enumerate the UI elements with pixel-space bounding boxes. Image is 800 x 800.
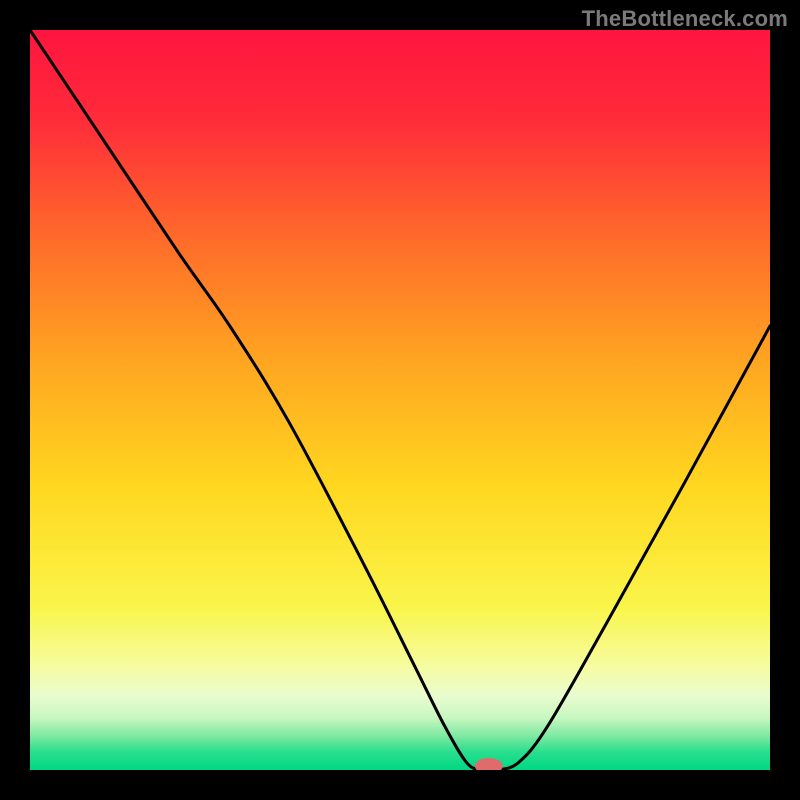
bottleneck-chart <box>30 30 770 770</box>
chart-frame: TheBottleneck.com <box>0 0 800 800</box>
gradient-background <box>30 30 770 770</box>
watermark-text: TheBottleneck.com <box>582 6 788 32</box>
plot-area <box>30 30 770 770</box>
